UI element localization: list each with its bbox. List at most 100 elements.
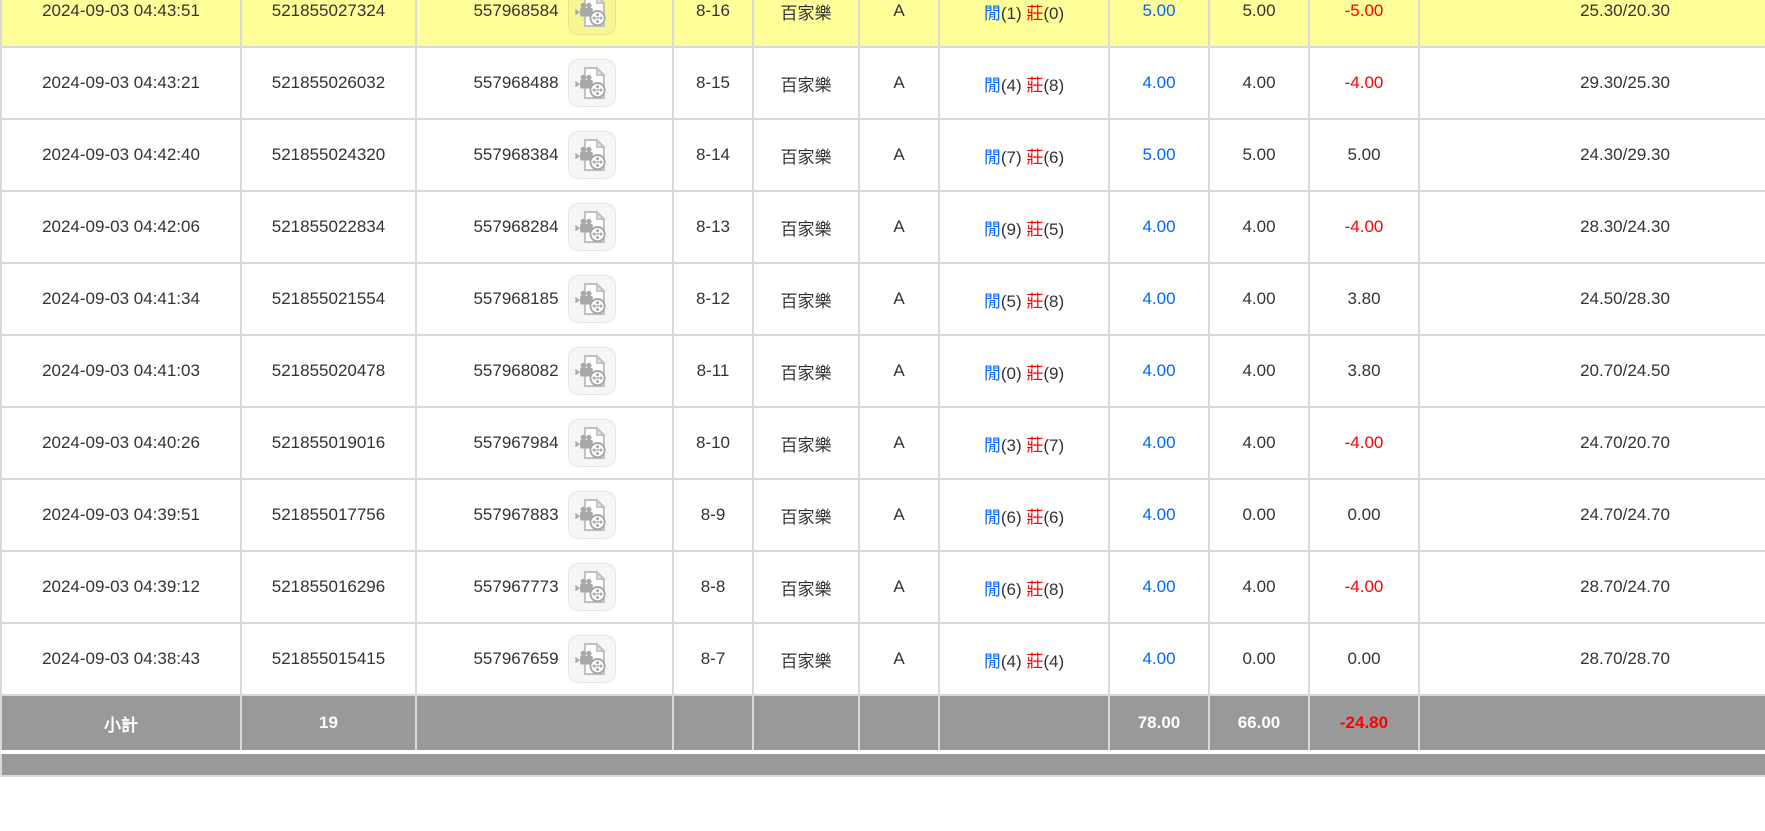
banker-label: 莊: [1026, 76, 1043, 95]
win-loss-cell: -4.00: [1309, 47, 1419, 119]
next-summary-row-cell: [1, 752, 1765, 776]
bet-amount-cell: 4.00: [1109, 335, 1209, 407]
subtotal-empty-round: [416, 695, 673, 752]
game-result-cell: 閒(9) 莊(5): [939, 191, 1109, 263]
video-file-icon: [573, 640, 611, 678]
table-number-cell: 8-10: [673, 407, 753, 479]
win-loss-cell: 0.00: [1309, 623, 1419, 695]
round-id-cell: 557967984: [416, 407, 673, 479]
video-replay-button[interactable]: [568, 59, 616, 107]
bet-history-table: 2024-09-03 04:43:51521855027324557968584…: [0, 0, 1765, 777]
valid-amount-cell: 4.00: [1209, 407, 1309, 479]
win-loss-cell: -4.00: [1309, 191, 1419, 263]
banker-label: 莊: [1026, 364, 1043, 383]
player-label: 閒: [984, 148, 1001, 167]
video-replay-button[interactable]: [568, 131, 616, 179]
table-row[interactable]: 2024-09-03 04:39:12521855016296557967773…: [1, 551, 1765, 623]
table-number-cell: 8-9: [673, 479, 753, 551]
table-row[interactable]: 2024-09-03 04:43:51521855027324557968584…: [1, 0, 1765, 47]
round-id-text: 557968082: [473, 361, 558, 381]
table-row[interactable]: 2024-09-03 04:41:34521855021554557968185…: [1, 263, 1765, 335]
round-id-cell: 557968284: [416, 191, 673, 263]
game-mode-cell: A: [859, 47, 939, 119]
table-row[interactable]: 2024-09-03 04:39:51521855017756557967883…: [1, 479, 1765, 551]
banker-score: 5: [1049, 220, 1058, 239]
round-id-inner: 557968284: [417, 203, 672, 251]
video-replay-button[interactable]: [568, 347, 616, 395]
round-id-cell: 557968488: [416, 47, 673, 119]
bet-id-cell: 521855021554: [241, 263, 416, 335]
balance-cell: 24.30/29.30: [1419, 119, 1765, 191]
banker-label: 莊: [1026, 148, 1043, 167]
video-replay-button[interactable]: [568, 275, 616, 323]
balance-cell: 29.30/25.30: [1419, 47, 1765, 119]
player-label: 閒: [984, 292, 1001, 311]
win-loss-cell: -4.00: [1309, 407, 1419, 479]
player-score: 7: [1007, 148, 1016, 167]
game-result-cell: 閒(4) 莊(4): [939, 623, 1109, 695]
player-label: 閒: [984, 76, 1001, 95]
video-replay-button[interactable]: [568, 491, 616, 539]
subtotal-empty-game: [753, 695, 859, 752]
game-name-cell: 百家樂: [753, 191, 859, 263]
player-score: 0: [1007, 364, 1016, 383]
video-file-icon: [573, 568, 611, 606]
subtotal-valid-amount: 66.00: [1209, 695, 1309, 752]
balance-cell: 25.30/20.30: [1419, 0, 1765, 47]
table-number-cell: 8-12: [673, 263, 753, 335]
table-row[interactable]: 2024-09-03 04:43:21521855026032557968488…: [1, 47, 1765, 119]
banker-label: 莊: [1026, 580, 1043, 599]
bet-history-table-wrap: 2024-09-03 04:43:51521855027324557968584…: [0, 0, 1765, 777]
video-replay-button[interactable]: [568, 203, 616, 251]
video-replay-button[interactable]: [568, 0, 616, 35]
game-result-cell: 閒(0) 莊(9): [939, 335, 1109, 407]
bet-time-cell: 2024-09-03 04:38:43: [1, 623, 241, 695]
player-score: 9: [1007, 220, 1016, 239]
player-label: 閒: [984, 364, 1001, 383]
bet-id-cell: 521855015415: [241, 623, 416, 695]
subtotal-empty-mode: [859, 695, 939, 752]
table-row[interactable]: 2024-09-03 04:40:26521855019016557967984…: [1, 407, 1765, 479]
round-id-cell: 557968384: [416, 119, 673, 191]
balance-cell: 24.70/24.70: [1419, 479, 1765, 551]
round-id-inner: 557968082: [417, 347, 672, 395]
balance-cell: 24.70/20.70: [1419, 407, 1765, 479]
video-replay-button[interactable]: [568, 419, 616, 467]
game-mode-cell: A: [859, 119, 939, 191]
game-result-cell: 閒(6) 莊(6): [939, 479, 1109, 551]
video-file-icon: [573, 424, 611, 462]
bet-time-cell: 2024-09-03 04:43:21: [1, 47, 241, 119]
win-loss-cell: 0.00: [1309, 479, 1419, 551]
round-id-text: 557967883: [473, 505, 558, 525]
subtotal-row: 小計 19 78.00 66.00 -24.80: [1, 695, 1765, 752]
round-id-inner: 557967773: [417, 563, 672, 611]
table-row[interactable]: 2024-09-03 04:42:40521855024320557968384…: [1, 119, 1765, 191]
player-label: 閒: [984, 436, 1001, 455]
bet-amount-cell: 4.00: [1109, 551, 1209, 623]
round-id-text: 557968284: [473, 217, 558, 237]
player-score: 5: [1007, 292, 1016, 311]
game-result-cell: 閒(3) 莊(7): [939, 407, 1109, 479]
table-row[interactable]: 2024-09-03 04:42:06521855022834557968284…: [1, 191, 1765, 263]
bet-time-cell: 2024-09-03 04:43:51: [1, 0, 241, 47]
table-number-cell: 8-16: [673, 0, 753, 47]
video-replay-button[interactable]: [568, 635, 616, 683]
round-id-cell: 557967659: [416, 623, 673, 695]
video-file-icon: [573, 0, 611, 30]
bet-amount-cell: 5.00: [1109, 0, 1209, 47]
game-result-cell: 閒(4) 莊(8): [939, 47, 1109, 119]
game-result-cell: 閒(6) 莊(8): [939, 551, 1109, 623]
banker-score: 8: [1049, 292, 1058, 311]
balance-cell: 28.30/24.30: [1419, 191, 1765, 263]
balance-cell: 24.50/28.30: [1419, 263, 1765, 335]
bet-amount-cell: 4.00: [1109, 263, 1209, 335]
game-mode-cell: A: [859, 623, 939, 695]
table-row[interactable]: 2024-09-03 04:38:43521855015415557967659…: [1, 623, 1765, 695]
bet-id-cell: 521855024320: [241, 119, 416, 191]
table-row[interactable]: 2024-09-03 04:41:03521855020478557968082…: [1, 335, 1765, 407]
win-loss-cell: -4.00: [1309, 551, 1419, 623]
video-replay-button[interactable]: [568, 563, 616, 611]
banker-label: 莊: [1026, 652, 1043, 671]
next-summary-row-partial: [1, 752, 1765, 776]
round-id-text: 557968488: [473, 73, 558, 93]
